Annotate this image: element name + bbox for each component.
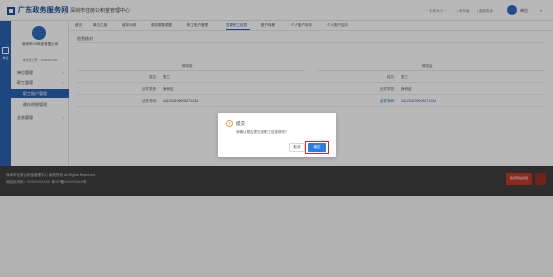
dialog-title: 提交 <box>236 121 245 126</box>
dialog-message: 请确认是否提交该职工信息修改？ <box>236 130 289 134</box>
warning-icon: ! <box>226 120 233 127</box>
cancel-button[interactable]: 取消 <box>289 143 305 152</box>
confirm-button[interactable]: 确定 <box>308 143 326 152</box>
